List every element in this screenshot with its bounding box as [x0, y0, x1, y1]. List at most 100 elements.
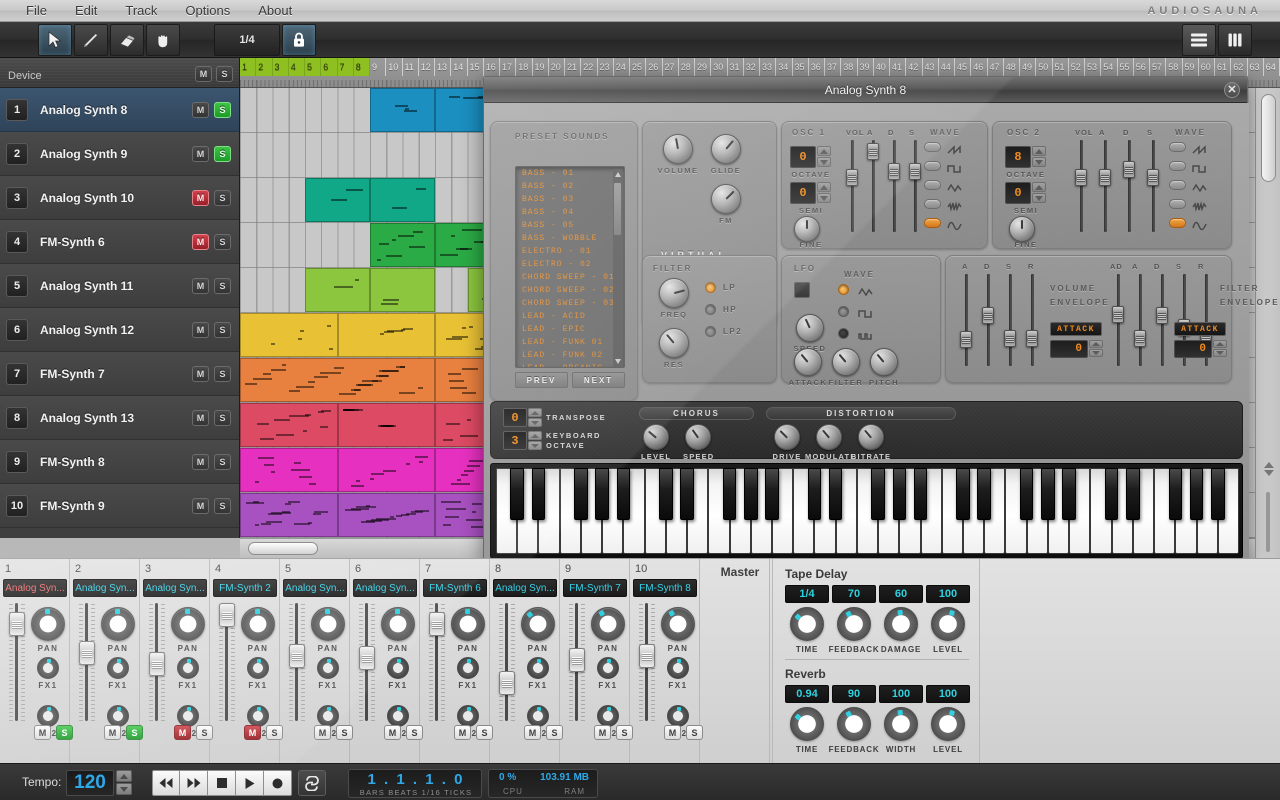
osc1-wave-3[interactable]: [924, 199, 941, 209]
black-key[interactable]: [914, 468, 928, 520]
osc1-semi-value-down-button[interactable]: [817, 193, 831, 203]
track-solo-button[interactable]: S: [214, 102, 231, 118]
track-solo-button[interactable]: S: [214, 278, 231, 294]
track-solo-button[interactable]: S: [214, 234, 231, 250]
ruler-bar[interactable]: 25: [630, 58, 646, 76]
preset-list-item[interactable]: BASS - 05: [516, 219, 624, 232]
filter-env-slider-ad[interactable]: [1112, 274, 1124, 366]
volume-env-slider-r-handle[interactable]: [1026, 330, 1038, 347]
osc2-wave-4[interactable]: [1169, 218, 1186, 228]
effect-0-damage-knob[interactable]: [884, 607, 918, 641]
black-key[interactable]: [1126, 468, 1140, 520]
record-button[interactable]: [264, 770, 292, 796]
track-row[interactable]: 10FM-Synth 9MS: [0, 484, 239, 528]
clip[interactable]: [240, 403, 338, 447]
fx1-knob[interactable]: [457, 657, 479, 679]
clip[interactable]: [370, 223, 435, 267]
fx1-knob[interactable]: [527, 657, 549, 679]
osc1-slider-s-handle[interactable]: [909, 163, 921, 180]
ruler-bar[interactable]: 26: [646, 58, 662, 76]
preset-scroll-down-icon[interactable]: [615, 359, 621, 364]
preset-list-item[interactable]: LEAD - EPIC: [516, 323, 624, 336]
black-key[interactable]: [1169, 468, 1183, 520]
track-mute-button[interactable]: M: [192, 454, 209, 470]
osc2-wave-0[interactable]: [1169, 142, 1186, 152]
close-icon[interactable]: ✕: [1224, 82, 1240, 98]
zoom-slider[interactable]: [1266, 492, 1270, 552]
pan-knob[interactable]: [661, 607, 695, 641]
ruler-bar[interactable]: 55: [1118, 58, 1134, 76]
black-key[interactable]: [659, 468, 673, 520]
effect-1-level-value[interactable]: 100: [926, 685, 970, 703]
osc2-octave-value-down-button[interactable]: [1032, 157, 1046, 167]
osc2-wave-2[interactable]: [1169, 180, 1186, 190]
filter-mode-lp-radio[interactable]: [705, 282, 716, 293]
channel-name[interactable]: FM-Synth 7: [563, 579, 627, 597]
menu-item-file[interactable]: File: [12, 0, 61, 22]
osc1-slider-a[interactable]: [867, 140, 879, 232]
osc2-slider-a-handle[interactable]: [1099, 169, 1111, 186]
channel-mute-button[interactable]: M: [104, 725, 121, 740]
channel-mute-button[interactable]: M: [594, 725, 611, 740]
effect-0-time-knob[interactable]: [790, 607, 824, 641]
device-solo-button[interactable]: S: [216, 66, 233, 82]
track-solo-button[interactable]: S: [214, 190, 231, 206]
track-mute-button[interactable]: M: [192, 234, 209, 250]
track-row[interactable]: 9FM-Synth 8MS: [0, 440, 239, 484]
fx2-knob[interactable]: [597, 705, 619, 727]
fader-handle[interactable]: [359, 646, 375, 670]
menu-item-about[interactable]: About: [244, 0, 306, 22]
osc1-wave-2[interactable]: [924, 180, 941, 190]
osc2-wave-3[interactable]: [1169, 199, 1186, 209]
effect-1-feedback-knob[interactable]: [837, 707, 871, 741]
black-key[interactable]: [829, 468, 843, 520]
pan-knob[interactable]: [591, 607, 625, 641]
keyboard-octave-up-button[interactable]: [528, 431, 542, 440]
osc1-semi-value[interactable]: 0: [790, 182, 816, 204]
channel-name[interactable]: FM-Synth 2: [213, 579, 277, 597]
grid-lock-button[interactable]: [282, 24, 316, 56]
track-solo-button[interactable]: S: [214, 498, 231, 514]
ruler-bar[interactable]: 5: [305, 58, 321, 76]
fader-handle[interactable]: [9, 612, 25, 636]
clip[interactable]: [305, 268, 370, 312]
channel-fader[interactable]: [569, 603, 585, 721]
osc2-slider-s-handle[interactable]: [1147, 169, 1159, 186]
effect-0-level-value[interactable]: 100: [926, 585, 970, 603]
track-row[interactable]: 6Analog Synth 12MS: [0, 308, 239, 352]
clip[interactable]: [305, 178, 370, 222]
effect-1-width-value[interactable]: 100: [879, 685, 923, 703]
track-solo-button[interactable]: S: [214, 454, 231, 470]
rewind-button[interactable]: [152, 770, 180, 796]
preset-list-item[interactable]: ELECTRO - 01: [516, 245, 624, 258]
preset-list-item[interactable]: LEAD - ORGANIC: [516, 362, 624, 368]
osc1-slider-d-handle[interactable]: [888, 163, 900, 180]
clip[interactable]: [338, 493, 436, 537]
menu-item-track[interactable]: Track: [111, 0, 171, 22]
ruler-bar[interactable]: 34: [776, 58, 792, 76]
ruler-bar[interactable]: 22: [581, 58, 597, 76]
ruler-bar[interactable]: 43: [923, 58, 939, 76]
fx2-knob[interactable]: [457, 705, 479, 727]
black-key[interactable]: [574, 468, 588, 520]
ruler-bar[interactable]: 33: [760, 58, 776, 76]
ruler-bar[interactable]: 8: [354, 58, 370, 76]
lfo-speed-knob[interactable]: [796, 314, 824, 342]
ruler-bar[interactable]: 60: [1199, 58, 1215, 76]
track-row[interactable]: 3Analog Synth 10MS: [0, 176, 239, 220]
channel-mute-button[interactable]: M: [384, 725, 401, 740]
channel-name[interactable]: Analog Syn...: [283, 579, 347, 597]
preset-list-item[interactable]: LEAD - ACID: [516, 310, 624, 323]
fx1-knob[interactable]: [107, 657, 129, 679]
ruler-bar[interactable]: 39: [858, 58, 874, 76]
preset-list-item[interactable]: CHORD SWEEP - 01: [516, 271, 624, 284]
ruler-bar[interactable]: 56: [1134, 58, 1150, 76]
track-mute-button[interactable]: M: [192, 102, 209, 118]
ruler-bar[interactable]: 49: [1020, 58, 1036, 76]
master-fader[interactable]: [732, 591, 748, 731]
distortion-modulate-knob[interactable]: [816, 424, 842, 450]
osc1-octave-value[interactable]: 0: [790, 146, 816, 168]
fm-knob[interactable]: [711, 184, 741, 214]
ruler-bar[interactable]: 58: [1166, 58, 1182, 76]
ruler-bar[interactable]: 1: [240, 58, 256, 76]
